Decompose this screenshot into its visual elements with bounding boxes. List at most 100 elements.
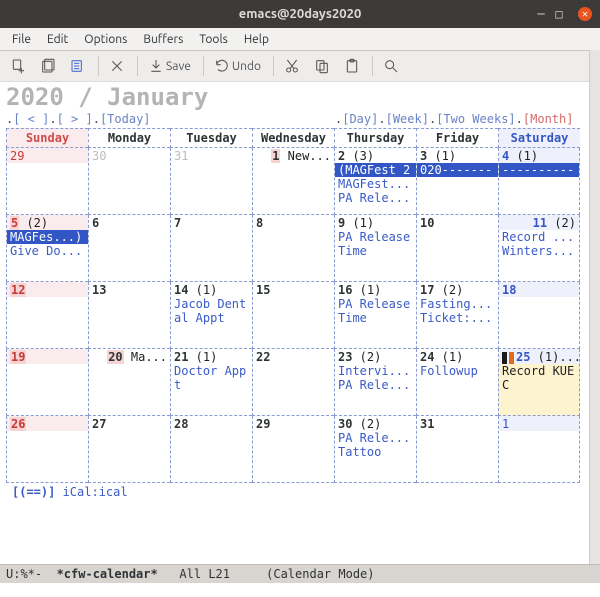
event[interactable]: C xyxy=(499,378,579,392)
calendar-cell[interactable]: 13 xyxy=(88,282,170,349)
calendar-cell[interactable]: 29 xyxy=(252,416,334,483)
day-number: 1 xyxy=(499,416,579,431)
nav-day[interactable]: [Day] xyxy=(342,112,378,126)
event[interactable]: Jacob Dent xyxy=(171,297,252,311)
heading-sep: / xyxy=(64,83,107,111)
open-file-icon[interactable] xyxy=(36,56,60,76)
minibuffer[interactable] xyxy=(0,583,600,597)
menu-edit[interactable]: Edit xyxy=(39,33,76,46)
event[interactable]: Winters... xyxy=(499,244,579,258)
calendar-cell[interactable]: 17 (2)Fasting...Ticket:... xyxy=(416,282,498,349)
calendar-cell[interactable]: 30 xyxy=(88,148,170,215)
day-number: 31 xyxy=(171,148,252,163)
close-icon[interactable]: ✕ xyxy=(578,7,592,21)
calendar-cell[interactable]: 1 New... xyxy=(252,148,334,215)
event[interactable]: Record ... xyxy=(499,230,579,244)
menu-help[interactable]: Help xyxy=(236,33,277,46)
search-icon[interactable] xyxy=(379,56,403,76)
heading-month: January xyxy=(107,83,208,111)
calendar-cell[interactable]: 15 xyxy=(252,282,334,349)
undo-button[interactable]: Undo xyxy=(210,56,265,76)
new-file-icon[interactable] xyxy=(6,56,30,76)
calendar-cell[interactable]: 31 xyxy=(416,416,498,483)
calendar-cell[interactable]: 2 (3)(MAGFest 2MAGFest...PA Rele... xyxy=(334,148,416,215)
event[interactable]: Time xyxy=(335,244,416,258)
day-number: 1 New... xyxy=(253,148,334,163)
event[interactable]: PA Release xyxy=(335,230,416,244)
day-number: 28 xyxy=(171,416,252,431)
menu-file[interactable]: File xyxy=(4,33,39,46)
calendar-cell[interactable]: 30 (2)PA Rele...Tattoo xyxy=(334,416,416,483)
event[interactable]: al Appt xyxy=(171,311,252,325)
calendar-cell[interactable]: 24 (1)Followup xyxy=(416,349,498,416)
event[interactable]: PA Rele... xyxy=(335,431,416,445)
calendar-cell[interactable]: 1 xyxy=(498,416,580,483)
calendar-cell[interactable]: 21 (1)Doctor Appt xyxy=(170,349,252,416)
scrollbar[interactable] xyxy=(589,50,600,565)
event[interactable]: MAGFes...) xyxy=(7,230,88,244)
save-button[interactable]: Save xyxy=(144,56,195,76)
day-number: 17 (2) xyxy=(417,282,498,297)
calendar-cell[interactable]: 18 xyxy=(498,282,580,349)
calendar-cell[interactable]: 16 (1)PA ReleaseTime xyxy=(334,282,416,349)
nav-today[interactable]: [Today] xyxy=(100,112,151,126)
nav-next[interactable]: [ > ] xyxy=(57,112,93,126)
event[interactable]: Record KUE xyxy=(499,364,579,378)
calendar-cell[interactable]: 9 (1)PA ReleaseTime xyxy=(334,215,416,282)
calendar-cell[interactable]: 5 (2)MAGFes...)Give Do... xyxy=(6,215,88,282)
calendar-cell[interactable]: 12 xyxy=(6,282,88,349)
event[interactable]: (MAGFest 2 xyxy=(335,163,416,177)
nav-week[interactable]: [Week] xyxy=(386,112,429,126)
calendar-cell[interactable]: 28 xyxy=(170,416,252,483)
event[interactable]: Ticket:... xyxy=(417,311,498,325)
calendar-cell[interactable]: 6 xyxy=(88,215,170,282)
menu-tools[interactable]: Tools xyxy=(191,33,236,46)
calendar-cell[interactable]: 31 xyxy=(170,148,252,215)
calendar-cell[interactable]: 27 xyxy=(88,416,170,483)
event[interactable]: Followup xyxy=(417,364,498,378)
nav-month[interactable]: [Month] xyxy=(523,112,574,126)
calendar-cell[interactable]: 10 xyxy=(416,215,498,282)
calendar-cell[interactable]: 25 (1)...Record KUEC xyxy=(498,349,580,416)
paste-icon[interactable] xyxy=(340,56,364,76)
nav-twoweeks[interactable]: [Two Weeks] xyxy=(436,112,515,126)
kill-buffer-icon[interactable] xyxy=(105,56,129,76)
nav-prev[interactable]: [ < ] xyxy=(13,112,49,126)
day-header: Tuesday xyxy=(170,128,252,148)
event[interactable]: PA Release xyxy=(335,297,416,311)
calendar-cell[interactable]: 14 (1)Jacob Dental Appt xyxy=(170,282,252,349)
dired-icon[interactable] xyxy=(66,56,90,76)
cut-icon[interactable] xyxy=(280,56,304,76)
calendar-cell[interactable]: 23 (2)Intervi...PA Rele... xyxy=(334,349,416,416)
calendar-cell[interactable]: 22 xyxy=(252,349,334,416)
calendar-cell[interactable]: 7 xyxy=(170,215,252,282)
minimize-icon[interactable]: ─ xyxy=(532,7,550,21)
calendar-cell[interactable]: 19 xyxy=(6,349,88,416)
maximize-icon[interactable]: □ xyxy=(550,7,568,21)
day-number: 29 xyxy=(253,416,334,431)
event[interactable]: Time xyxy=(335,311,416,325)
event[interactable]: MAGFest... xyxy=(335,177,416,191)
event[interactable]: ---------- xyxy=(499,163,579,177)
event[interactable]: Intervi... xyxy=(335,364,416,378)
event[interactable]: 020------- xyxy=(417,163,498,177)
calendar-cell[interactable]: 8 xyxy=(252,215,334,282)
event[interactable]: t xyxy=(171,378,252,392)
toolbar-separator xyxy=(273,56,274,76)
calendar-cell[interactable]: 20 Ma... xyxy=(88,349,170,416)
copy-icon[interactable] xyxy=(310,56,334,76)
calendar-cell[interactable]: 26 xyxy=(6,416,88,483)
event[interactable]: PA Rele... xyxy=(335,378,416,392)
calendar-cell[interactable]: 3 (1)020------- xyxy=(416,148,498,215)
event[interactable]: Give Do... xyxy=(7,244,88,258)
calendar-cell[interactable]: 29 xyxy=(6,148,88,215)
calendar-cell[interactable]: 11 (2)Record ...Winters... xyxy=(498,215,580,282)
calendar-cell[interactable]: 4 (1)---------- xyxy=(498,148,580,215)
event[interactable]: PA Rele... xyxy=(335,191,416,205)
event[interactable]: Tattoo xyxy=(335,445,416,459)
event[interactable]: Doctor App xyxy=(171,364,252,378)
day-number: 30 (2) xyxy=(335,416,416,431)
menu-options[interactable]: Options xyxy=(76,33,135,46)
menu-buffers[interactable]: Buffers xyxy=(135,33,191,46)
event[interactable]: Fasting... xyxy=(417,297,498,311)
